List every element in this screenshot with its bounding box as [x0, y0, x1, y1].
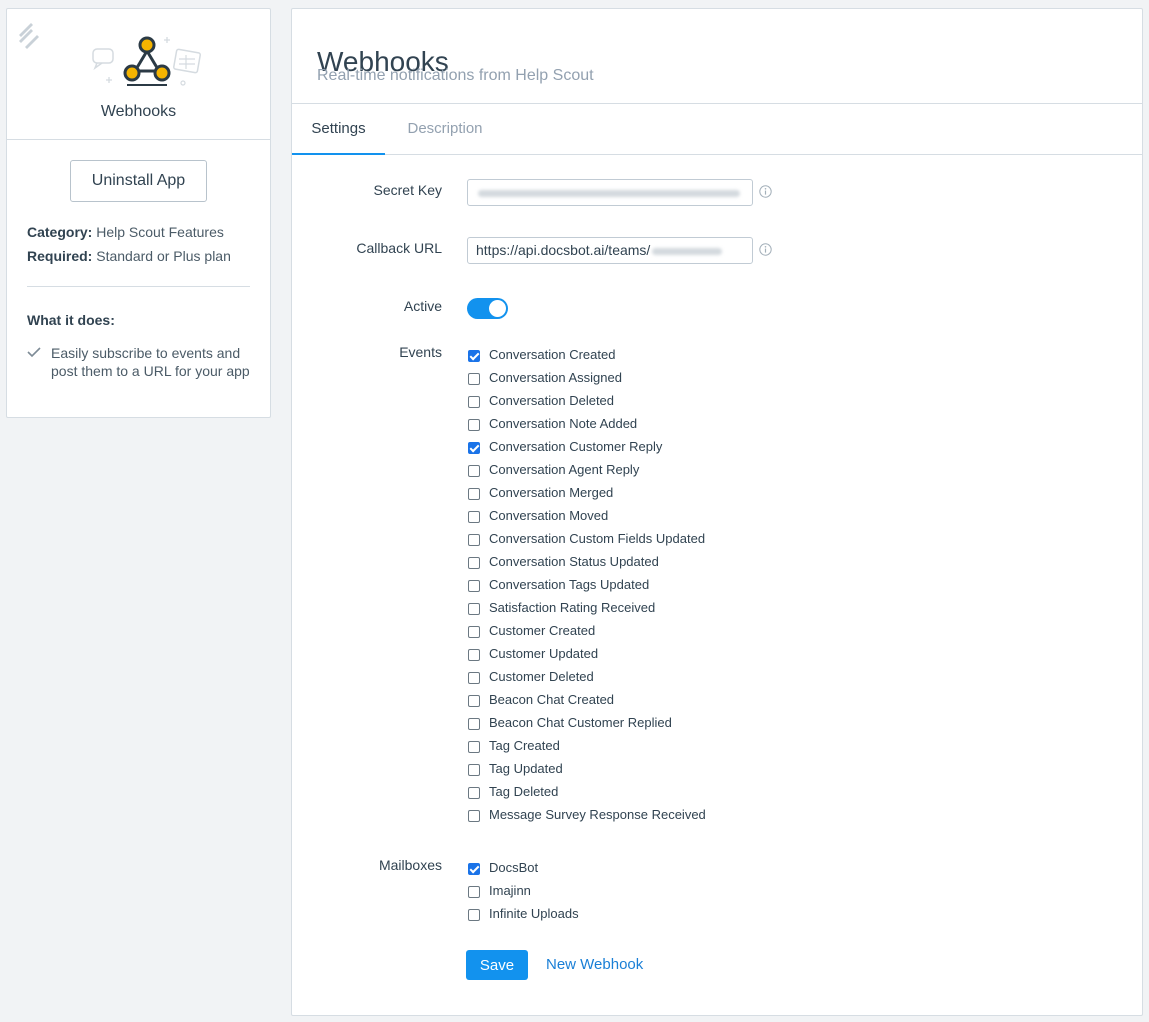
required-info: Required: Standard or Plus plan	[27, 248, 231, 264]
callback-url-label: Callback URL	[356, 240, 442, 256]
event-option-label: Tag Updated	[489, 761, 563, 776]
event-option-label: Conversation Assigned	[489, 370, 622, 385]
checkbox-unchecked[interactable]	[468, 741, 480, 753]
feature-item: Easily subscribe to events and post them…	[27, 344, 257, 380]
save-button[interactable]: Save	[466, 950, 528, 980]
checkbox-unchecked[interactable]	[468, 672, 480, 684]
checkbox-unchecked[interactable]	[468, 465, 480, 477]
tab-settings[interactable]: Settings	[292, 104, 385, 155]
page-subtitle: Real-time notifications from Help Scout	[317, 67, 594, 84]
checkbox-unchecked[interactable]	[468, 695, 480, 707]
mailboxes-label: Mailboxes	[378, 857, 442, 873]
info-icon[interactable]	[759, 243, 772, 256]
mailbox-option-label: Infinite Uploads	[489, 906, 579, 921]
checkbox-unchecked[interactable]	[468, 511, 480, 523]
checkbox-unchecked[interactable]	[468, 718, 480, 730]
event-option-label: Tag Deleted	[489, 784, 559, 799]
event-option-label: Conversation Status Updated	[489, 554, 659, 569]
tab-bar: Settings Description	[292, 104, 1142, 155]
secret-key-label: Secret Key	[373, 182, 442, 198]
active-label: Active	[403, 298, 442, 314]
checkbox-unchecked[interactable]	[468, 373, 480, 385]
event-option-label: Conversation Custom Fields Updated	[489, 531, 706, 546]
what-it-does-title: What it does:	[27, 312, 115, 328]
checkbox-unchecked[interactable]	[468, 649, 480, 661]
checkbox-unchecked[interactable]	[468, 580, 480, 592]
checkbox-unchecked[interactable]	[468, 787, 480, 799]
event-option-label: Conversation Created	[489, 347, 616, 362]
event-option-label: Conversation Customer Reply	[489, 439, 663, 454]
event-option-label: Conversation Note Added	[489, 416, 638, 431]
callback-url-value: https://api.docsbot.ai/teams/	[476, 242, 651, 258]
app-sidebar: Webhooks Uninstall App Category: Help Sc…	[6, 8, 271, 418]
checkbox-unchecked[interactable]	[468, 810, 480, 822]
uninstall-app-button[interactable]: Uninstall App	[70, 160, 207, 202]
active-toggle[interactable]	[467, 298, 508, 319]
event-option-label: Message Survey Response Received	[489, 807, 706, 822]
checkbox-checked[interactable]	[468, 350, 480, 362]
category-info: Category: Help Scout Features	[27, 224, 224, 240]
info-icon[interactable]	[759, 185, 772, 198]
event-option-label: Beacon Chat Customer Replied	[489, 715, 672, 730]
checkbox-unchecked[interactable]	[468, 557, 480, 569]
category-value: Help Scout Features	[96, 224, 224, 240]
events-label: Events	[399, 344, 442, 360]
mailbox-option-label: DocsBot	[489, 860, 539, 875]
checkbox-unchecked[interactable]	[468, 396, 480, 408]
checkmark-icon	[27, 347, 41, 358]
tab-description[interactable]: Description	[392, 104, 498, 155]
event-option-label: Customer Updated	[489, 646, 599, 661]
checkbox-unchecked[interactable]	[468, 534, 480, 546]
sidebar-divider	[27, 286, 250, 287]
required-value: Standard or Plus plan	[96, 248, 231, 264]
redacted-url-part	[652, 247, 723, 255]
event-option-label: Conversation Moved	[489, 508, 609, 523]
event-option-label: Conversation Tags Updated	[489, 577, 650, 592]
event-option-label: Tag Created	[489, 738, 560, 753]
app-header-card: Webhooks	[7, 9, 270, 140]
category-label: Category:	[27, 224, 93, 240]
event-option-label: Beacon Chat Created	[489, 692, 615, 707]
checkbox-unchecked[interactable]	[468, 909, 480, 921]
mailbox-option-label: Imajinn	[489, 883, 531, 898]
checkbox-unchecked[interactable]	[468, 419, 480, 431]
event-option-label: Conversation Agent Reply	[489, 462, 640, 477]
webhooks-settings-panel: Webhooks Real-time notifications from He…	[291, 8, 1143, 1016]
event-option-label: Customer Deleted	[489, 669, 594, 684]
webhooks-app-icon	[92, 36, 201, 86]
redacted-secret-key	[478, 190, 740, 197]
toggle-knob	[489, 300, 506, 317]
help-scout-logo-icon	[19, 23, 39, 49]
checkbox-unchecked[interactable]	[468, 764, 480, 776]
required-label: Required:	[27, 248, 93, 264]
checkbox-unchecked[interactable]	[468, 488, 480, 500]
checkbox-checked[interactable]	[468, 863, 480, 875]
callback-url-input[interactable]: https://api.docsbot.ai/teams/	[467, 237, 753, 264]
feature-text: Easily subscribe to events and post them…	[51, 345, 250, 379]
new-webhook-link[interactable]: New Webhook	[546, 956, 643, 973]
secret-key-input[interactable]	[467, 179, 753, 206]
checkbox-unchecked[interactable]	[468, 603, 480, 615]
checkbox-checked[interactable]	[468, 442, 480, 454]
event-option-label: Satisfaction Rating Received	[489, 600, 656, 615]
app-name: Webhooks	[100, 103, 177, 120]
event-option-label: Conversation Deleted	[489, 393, 615, 408]
checkbox-unchecked[interactable]	[468, 886, 480, 898]
checkbox-unchecked[interactable]	[468, 626, 480, 638]
event-option-label: Customer Created	[489, 623, 596, 638]
event-option-label: Conversation Merged	[489, 485, 614, 500]
